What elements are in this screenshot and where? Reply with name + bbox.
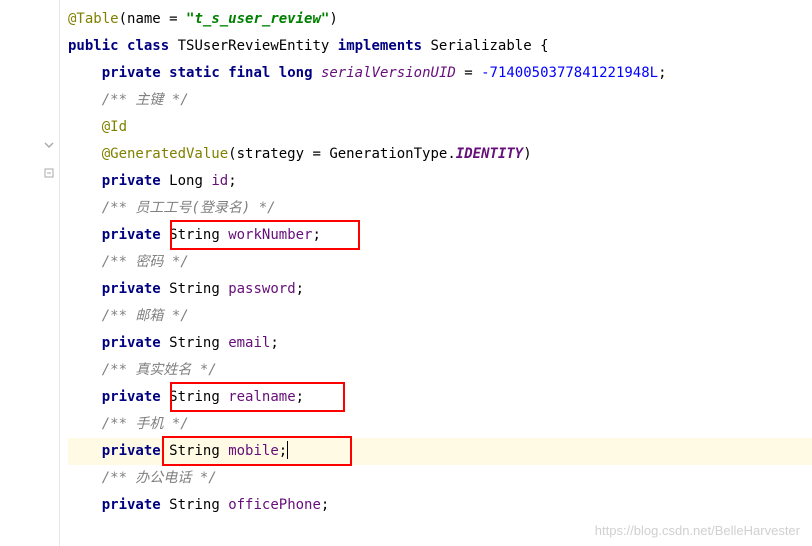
keyword: private	[102, 335, 161, 351]
code-line: private static final long serialVersionU…	[68, 60, 812, 87]
annotation: @Table	[68, 11, 119, 27]
comment: /** 手机 */	[102, 416, 189, 432]
keyword: implements	[338, 38, 422, 54]
type: String	[169, 227, 220, 243]
comment: /** 办公电话 */	[102, 470, 217, 486]
field: id	[211, 173, 228, 189]
code-line: private String email;	[68, 330, 812, 357]
text-cursor	[287, 441, 288, 459]
field: password	[228, 281, 295, 297]
comment: /** 密码 */	[102, 254, 189, 270]
gutter	[0, 0, 60, 546]
field: workNumber	[228, 227, 312, 243]
code-line: private Long id;	[68, 168, 812, 195]
field: serialVersionUID	[321, 65, 456, 81]
code-line: /** 邮箱 */	[68, 303, 812, 330]
code-line: @GeneratedValue(strategy = GenerationTyp…	[68, 141, 812, 168]
code-line: private String realname;	[68, 384, 812, 411]
keyword: long	[279, 65, 313, 81]
watermark: https://blog.csdn.net/BelleHarvester	[595, 523, 800, 538]
type: String	[169, 281, 220, 297]
editor-container: @Table(name = "t_s_user_review") public …	[0, 0, 812, 546]
keyword: private	[102, 443, 161, 459]
code-line: /** 手机 */	[68, 411, 812, 438]
code-line: public class TSUserReviewEntity implemen…	[68, 33, 812, 60]
type: GenerationType	[329, 146, 447, 162]
code-line: /** 办公电话 */	[68, 465, 812, 492]
type: String	[169, 497, 220, 513]
keyword: private	[102, 497, 161, 513]
keyword: private	[102, 281, 161, 297]
keyword: private	[102, 173, 161, 189]
type: String	[169, 335, 220, 351]
number-literal: -7140050377841221948L	[481, 65, 658, 81]
code-line: /** 主键 */	[68, 87, 812, 114]
comment: /** 邮箱 */	[102, 308, 189, 324]
code-line-current: private String mobile;	[68, 438, 812, 465]
code-area[interactable]: @Table(name = "t_s_user_review") public …	[60, 0, 812, 546]
comment: /** 主键 */	[102, 92, 189, 108]
code-line: private String password;	[68, 276, 812, 303]
keyword: final	[228, 65, 270, 81]
code-line: private String officePhone;	[68, 492, 812, 519]
type: Serializable	[431, 38, 532, 54]
keyword: private	[102, 65, 161, 81]
string-literal: "t_s_user_review"	[186, 11, 329, 27]
field: realname	[228, 389, 295, 405]
class-name: TSUserReviewEntity	[178, 38, 330, 54]
code-line: @Id	[68, 114, 812, 141]
keyword: class	[127, 38, 169, 54]
code-line: /** 员工工号(登录名) */	[68, 195, 812, 222]
keyword: private	[102, 227, 161, 243]
code-line: private String workNumber;	[68, 222, 812, 249]
keyword: public	[68, 38, 119, 54]
comment: /** 员工工号(登录名) */	[102, 200, 276, 216]
code-line: @Table(name = "t_s_user_review")	[68, 6, 812, 33]
keyword: private	[102, 389, 161, 405]
fold-icon[interactable]	[43, 167, 55, 179]
comment: /** 真实姓名 */	[102, 362, 217, 378]
attr-name: name	[127, 11, 161, 27]
type: String	[169, 389, 220, 405]
attr-name: strategy	[237, 146, 304, 162]
annotation: @GeneratedValue	[102, 146, 228, 162]
type: Long	[169, 173, 203, 189]
code-line: /** 真实姓名 */	[68, 357, 812, 384]
keyword: static	[169, 65, 220, 81]
code-line: /** 密码 */	[68, 249, 812, 276]
type: String	[169, 443, 220, 459]
field: email	[228, 335, 270, 351]
field: officePhone	[228, 497, 321, 513]
enum-const: IDENTITY	[456, 146, 523, 162]
fold-icon[interactable]	[43, 140, 55, 152]
annotation: @Id	[102, 119, 127, 135]
field: mobile	[228, 443, 279, 459]
